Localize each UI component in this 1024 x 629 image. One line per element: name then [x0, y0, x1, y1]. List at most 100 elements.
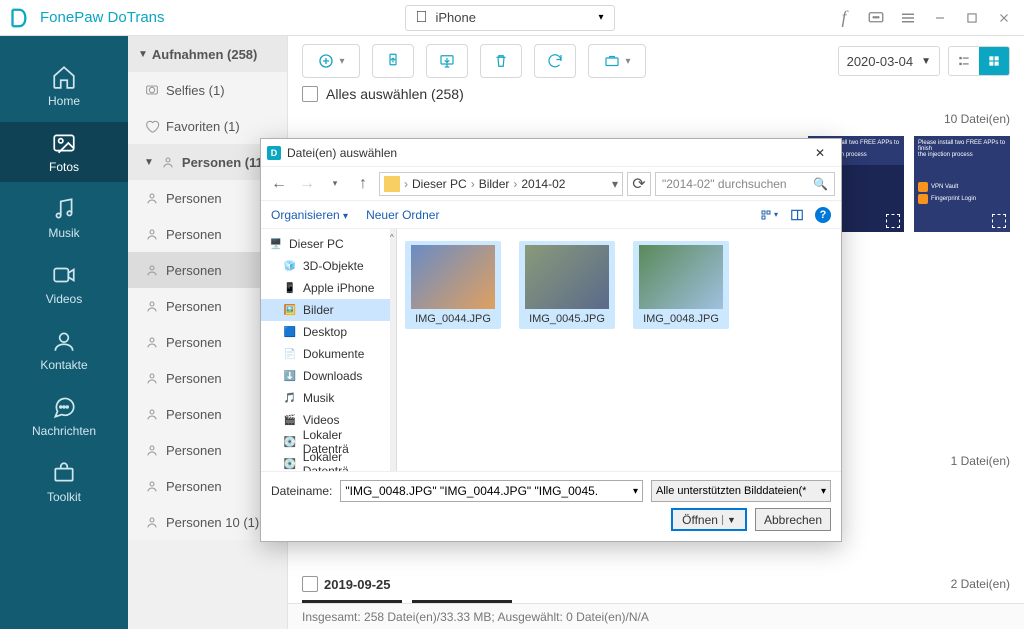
nav-back-button[interactable]: ← — [267, 172, 291, 196]
feedback-icon[interactable] — [862, 4, 890, 32]
tree-item-selfies[interactable]: Selfies (1) — [128, 72, 287, 108]
filename-label: Dateiname: — [271, 484, 332, 498]
group-checkbox[interactable] — [302, 576, 318, 592]
chevron-down-icon: ▾ — [339, 56, 344, 67]
sidebar-item-messages[interactable]: Nachrichten — [0, 386, 128, 446]
dialog-app-icon: D — [267, 146, 281, 160]
sidebar-item-label: Nachrichten — [32, 424, 96, 438]
sidebar-item-contacts[interactable]: Kontakte — [0, 320, 128, 380]
minimize-button[interactable] — [926, 4, 954, 32]
dialog-tree-item[interactable]: 📱Apple iPhone — [261, 277, 390, 299]
close-button[interactable] — [990, 4, 1018, 32]
file-open-dialog: D Datei(en) auswählen ✕ ← → ▾ ↑ › Dieser… — [260, 138, 842, 542]
photo-thumb[interactable]: Please install two FREE APPs to finishth… — [914, 136, 1010, 232]
delete-button[interactable] — [480, 44, 522, 78]
sidebar-item-photos[interactable]: Fotos — [0, 122, 128, 182]
select-indicator-icon — [992, 214, 1006, 228]
toolbox-button[interactable]: ▾ — [588, 44, 646, 78]
device-selector[interactable]:  iPhone ▾ — [405, 5, 615, 31]
group-count: 1 Datei(en) — [951, 454, 1010, 468]
crumb[interactable]: Bilder — [479, 177, 510, 191]
tree-header-captures[interactable]: ▼ Aufnahmen (258) — [128, 36, 287, 72]
add-button[interactable]: ▾ — [302, 44, 360, 78]
filename-input[interactable]: "IMG_0048.JPG" "IMG_0044.JPG" "IMG_0045.… — [340, 480, 643, 502]
chevron-down-icon: ▾ — [598, 12, 603, 23]
tree-item-label: Personen (11) — [182, 155, 267, 170]
chevron-down-icon: ▾ — [625, 56, 630, 67]
open-button[interactable]: Öffnen ▼ — [671, 508, 747, 531]
crumb[interactable]: Dieser PC — [412, 177, 467, 191]
sidebar-item-label: Videos — [46, 292, 82, 306]
file-type-filter[interactable]: Alle unterstützten Bilddateien(* ▾ — [651, 480, 831, 502]
date-filter[interactable]: 2020-03-04 ▼ — [838, 46, 940, 76]
sidebar-item-label: Toolkit — [47, 490, 81, 504]
search-input[interactable]: "2014-02" durchsuchen 🔍 — [655, 172, 835, 196]
chevron-down-icon[interactable]: ▾ — [612, 177, 618, 191]
preview-pane-button[interactable] — [787, 205, 807, 225]
dialog-tree-item[interactable]: 🖼️Bilder — [261, 299, 390, 321]
date-group-header[interactable]: 2019-09-25 2 Datei(en) — [288, 572, 1024, 596]
to-pc-button[interactable] — [426, 44, 468, 78]
apple-icon:  — [416, 9, 428, 27]
folder-icon — [384, 176, 400, 192]
select-all-checkbox[interactable] — [302, 86, 318, 102]
facebook-icon[interactable]: f — [830, 4, 858, 32]
sidebar: Home Fotos Musik Videos Kontakte Nachric… — [0, 36, 128, 629]
organise-menu[interactable]: Organisieren ▾ — [271, 208, 348, 222]
sidebar-item-label: Musik — [48, 226, 79, 240]
dialog-tree-item[interactable]: 🎵Musik — [261, 387, 390, 409]
photo-thumb[interactable] — [412, 600, 512, 603]
dialog-file-item[interactable]: IMG_0048.JPG — [633, 241, 729, 329]
chevron-down-icon: ▼ — [921, 56, 931, 67]
refresh-button[interactable] — [534, 44, 576, 78]
status-bar: Insgesamt: 258 Datei(en)/33.33 MB; Ausge… — [288, 603, 1024, 629]
nav-forward-button[interactable]: → — [295, 172, 319, 196]
date-filter-value: 2020-03-04 — [847, 54, 914, 69]
dialog-tree-item[interactable]: 🧊3D-Objekte — [261, 255, 390, 277]
view-mode-button[interactable]: ▾ — [759, 205, 779, 225]
view-list-button[interactable] — [949, 47, 979, 75]
nav-recent-button[interactable]: ▾ — [323, 172, 347, 196]
tree-item-label: Favoriten (1) — [166, 119, 240, 134]
chevron-down-icon: ▼ — [144, 157, 154, 168]
new-folder-button[interactable]: Neuer Ordner — [366, 208, 439, 222]
select-all-row[interactable]: Alles auswählen (258) — [288, 86, 1024, 108]
view-grid-button[interactable] — [979, 47, 1009, 75]
dialog-file-grid: IMG_0044.JPGIMG_0045.JPGIMG_0048.JPG — [397, 229, 841, 471]
sidebar-item-toolkit[interactable]: Toolkit — [0, 452, 128, 512]
group-count: 2 Datei(en) — [951, 577, 1010, 591]
photo-thumb[interactable] — [302, 600, 402, 603]
dialog-file-item[interactable]: IMG_0045.JPG — [519, 241, 615, 329]
crumb[interactable]: 2014-02 — [521, 177, 565, 191]
dialog-tree-item[interactable]: 🖥️Dieser PC — [261, 233, 390, 255]
titlebar: FonePaw DoTrans  iPhone ▾ f — [0, 0, 1024, 36]
status-text: Insgesamt: 258 Datei(en)/33.33 MB; Ausge… — [302, 610, 649, 624]
group-date: 2019-09-25 — [324, 577, 391, 592]
dialog-tree-item[interactable]: 📄Dokumente — [261, 343, 390, 365]
search-icon: 🔍 — [813, 177, 828, 191]
dialog-tree-item[interactable]: 🟦Desktop — [261, 321, 390, 343]
nav-up-button[interactable]: ↑ — [351, 172, 375, 196]
tree-item-label: Selfies (1) — [166, 83, 225, 98]
sidebar-item-home[interactable]: Home — [0, 56, 128, 116]
app-title: FonePaw DoTrans — [40, 9, 165, 26]
group-count: 10 Datei(en) — [944, 112, 1010, 126]
help-icon[interactable]: ? — [815, 207, 831, 223]
search-placeholder: "2014-02" durchsuchen — [662, 177, 787, 191]
sidebar-item-videos[interactable]: Videos — [0, 254, 128, 314]
breadcrumb[interactable]: › Dieser PC › Bilder › 2014-02 ▾ — [379, 172, 623, 196]
sidebar-item-label: Kontakte — [40, 358, 87, 372]
dialog-file-item[interactable]: IMG_0044.JPG — [405, 241, 501, 329]
chevron-down-icon: ▾ — [821, 486, 826, 497]
dialog-tree-item[interactable]: 💽Lokaler Datenträ — [261, 453, 390, 471]
refresh-button[interactable]: ⟳ — [627, 172, 651, 196]
tree-label: Aufnahmen (258) — [152, 47, 257, 62]
dialog-close-button[interactable]: ✕ — [805, 141, 835, 165]
dialog-tree-item[interactable]: ⬇️Downloads — [261, 365, 390, 387]
maximize-button[interactable] — [958, 4, 986, 32]
menu-icon[interactable] — [894, 4, 922, 32]
to-device-button[interactable] — [372, 44, 414, 78]
sidebar-item-music[interactable]: Musik — [0, 188, 128, 248]
sidebar-item-label: Fotos — [49, 160, 79, 174]
cancel-button[interactable]: Abbrechen — [755, 508, 831, 531]
